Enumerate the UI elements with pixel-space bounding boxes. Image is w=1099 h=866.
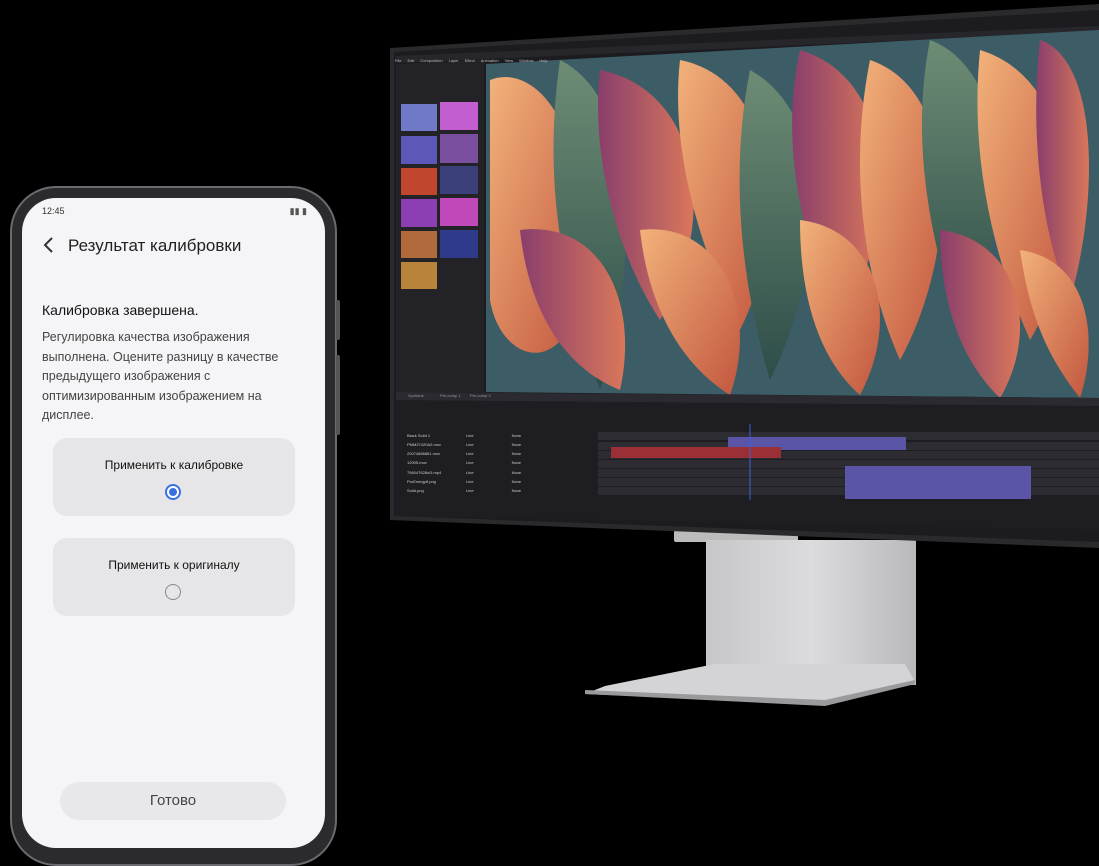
monitor-display xyxy=(390,4,1099,548)
layer-row[interactable]: PMM27420A2.mov Line None xyxy=(400,440,521,449)
menu-item[interactable]: Layer xyxy=(449,58,459,63)
layer-row[interactable]: 756047628ol3.mp4 Line None xyxy=(400,468,521,477)
menu-item[interactable]: Effect xyxy=(465,58,475,63)
layer-row[interactable]: Black Solid 1 Line None xyxy=(400,431,521,440)
menu-item[interactable]: Animation xyxy=(481,58,499,63)
app-menubar: File Edit Composition Layer Effect Anima… xyxy=(395,55,548,65)
tab-precomp-2[interactable]: Pre-comp 2 xyxy=(470,393,491,398)
layer-row[interactable]: Solid.png Line None xyxy=(400,486,521,495)
menu-item[interactable]: Window xyxy=(519,58,533,63)
tab-spotlane[interactable]: Spotlane xyxy=(408,393,424,398)
tab-precomp-1[interactable]: Pre-comp 1 xyxy=(440,393,461,398)
layer-row[interactable]: ProEnergy8.png Line None xyxy=(400,477,521,486)
menu-item[interactable]: Help xyxy=(539,58,547,63)
menu-item[interactable]: Composition xyxy=(420,58,442,63)
layer-row[interactable]: 20074686861.mov Line None xyxy=(400,449,521,458)
layer-row[interactable]: 12005.mov Line None xyxy=(400,458,521,467)
menu-item[interactable]: File xyxy=(395,58,401,63)
menu-item[interactable]: Edit xyxy=(407,58,414,63)
menu-item[interactable]: View xyxy=(505,58,514,63)
